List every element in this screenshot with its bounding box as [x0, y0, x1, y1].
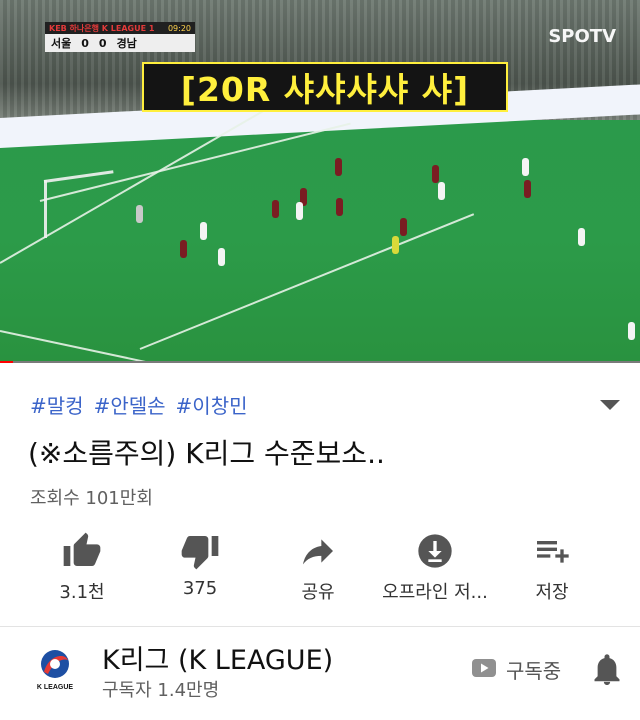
subscriber-count: 구독자 1.4만명	[102, 680, 220, 701]
hashtag-link[interactable]: #안델손	[94, 390, 166, 419]
referee	[392, 236, 399, 254]
hashtag-link[interactable]: #이창민	[176, 390, 248, 419]
offline-label: 오프라인 저...	[382, 582, 488, 603]
match-time: 09:20	[167, 23, 191, 33]
away-score: 0	[98, 36, 107, 50]
hashtag-link[interactable]: #말컹	[30, 390, 84, 419]
video-title: (※소름주의) K리그 수준보소..	[28, 437, 385, 470]
save-to-playlist-button[interactable]: 저장	[492, 530, 612, 604]
hashtag-list: #말컹 #안델손 #이창민	[30, 390, 248, 419]
subscribed-button[interactable]: 구독중	[472, 655, 561, 684]
share-button[interactable]: 공유	[258, 530, 378, 604]
player	[524, 180, 531, 198]
video-player[interactable]: KEB 하나은행 K LEAGUE 1 09:20 서울 0 0 경남 [20R…	[0, 0, 640, 363]
dislike-button[interactable]: 375	[140, 530, 260, 599]
player	[335, 158, 342, 176]
divider	[0, 626, 640, 627]
scoreboard: KEB 하나은행 K LEAGUE 1 09:20 서울 0 0 경남	[45, 22, 195, 52]
channel-name[interactable]: K리그 (K LEAGUE)	[102, 638, 333, 677]
player	[296, 202, 303, 220]
playlist-add-icon	[492, 530, 612, 572]
offline-save-button[interactable]: 오프라인 저...	[375, 530, 495, 604]
player	[218, 248, 225, 266]
away-team: 경남	[116, 37, 137, 50]
share-arrow-icon	[258, 530, 378, 572]
save-label: 저장	[535, 582, 569, 603]
player	[400, 218, 407, 236]
youtube-play-icon	[472, 658, 496, 682]
view-count: 조회수 101만회	[30, 488, 153, 509]
notification-bell-icon[interactable]	[592, 653, 622, 691]
player	[200, 222, 207, 240]
goal	[43, 170, 114, 183]
player	[180, 240, 187, 258]
like-count: 3.1천	[59, 582, 105, 603]
home-score: 0	[81, 36, 89, 50]
league-name: KEB 하나은행 K LEAGUE 1	[49, 23, 155, 33]
pitch-line	[139, 213, 475, 350]
player	[522, 158, 529, 176]
dislike-count: 375	[182, 578, 218, 599]
channel-avatar[interactable]: K LEAGUE	[34, 646, 76, 692]
subscribed-label: 구독중	[506, 659, 562, 683]
logo-wordmark: K LEAGUE	[37, 684, 74, 691]
progress-bar[interactable]	[0, 361, 640, 363]
action-bar: 3.1천 375 공유 오프라인 저... 저장	[0, 530, 640, 610]
share-label: 공유	[301, 582, 335, 603]
player	[438, 182, 445, 200]
broadcaster-logo: SPOTV	[548, 26, 616, 47]
progress-fill	[0, 361, 13, 363]
player	[628, 322, 635, 340]
pitch-line	[0, 330, 147, 363]
player	[578, 228, 585, 246]
goalkeeper	[136, 205, 143, 223]
video-caption: [20R 샤샤샤샤 샤]	[142, 62, 508, 112]
player	[432, 165, 439, 183]
thumbs-down-icon	[140, 530, 260, 572]
expand-description-icon[interactable]	[600, 400, 620, 410]
player	[272, 200, 279, 218]
home-team: 서울	[51, 37, 72, 50]
thumbs-up-icon	[22, 530, 142, 572]
player	[336, 198, 343, 216]
download-icon	[375, 530, 495, 572]
like-button[interactable]: 3.1천	[22, 530, 142, 604]
goal	[44, 180, 47, 238]
